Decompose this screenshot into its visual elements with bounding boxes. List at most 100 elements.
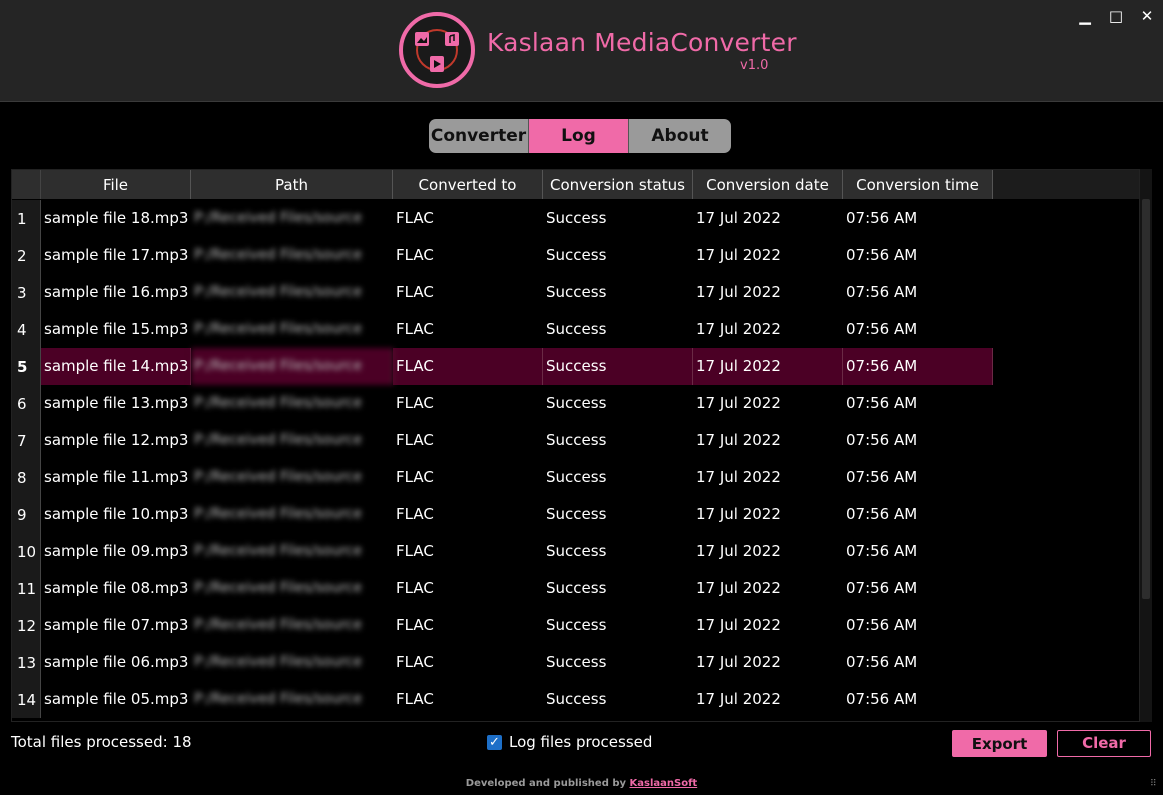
cell-date[interactable]: 17 Jul 2022 — [693, 385, 843, 422]
close-button[interactable]: ✕ — [1136, 6, 1158, 26]
clear-button[interactable]: Clear — [1057, 730, 1151, 757]
table-row[interactable]: 8 sample file 11.mp3 P:/Received Files/sou… — [12, 459, 1139, 496]
cell-converted-to[interactable]: FLAC — [393, 533, 543, 570]
cell-converted-to[interactable]: FLAC — [393, 459, 543, 496]
resize-grip-icon[interactable]: ⠿ — [1150, 780, 1160, 792]
cell-time[interactable]: 07:56 AM — [843, 533, 993, 570]
cell-path[interactable]: P:/Received Files/source — [191, 644, 393, 681]
row-header[interactable]: 14 — [12, 681, 41, 718]
cell-status[interactable]: Success — [543, 533, 693, 570]
row-header[interactable]: 7 — [12, 422, 41, 459]
table-row[interactable]: 1 sample file 18.mp3 P:/Received Files/sou… — [12, 200, 1139, 237]
minimize-button[interactable]: ▁ — [1074, 6, 1096, 26]
cell-path[interactable]: P:/Received Files/source — [191, 311, 393, 348]
cell-converted-to[interactable]: FLAC — [393, 274, 543, 311]
cell-date[interactable]: 17 Jul 2022 — [693, 681, 843, 718]
table-row[interactable]: 12 sample file 07.mp3 P:/Received Files/so… — [12, 607, 1139, 644]
cell-time[interactable]: 07:56 AM — [843, 200, 993, 237]
scrollbar-thumb[interactable] — [1142, 199, 1150, 599]
row-header[interactable]: 10 — [12, 533, 41, 570]
row-header[interactable]: 5 — [12, 348, 41, 385]
table-row[interactable]: 3 sample file 16.mp3 P:/Received Files/sou… — [12, 274, 1139, 311]
row-header[interactable]: 3 — [12, 274, 41, 311]
table-row[interactable]: 11 sample file 08.mp3 P:/Received Files/so… — [12, 570, 1139, 607]
cell-path[interactable]: P:/Received Files/source — [191, 422, 393, 459]
cell-path[interactable]: P:/Received Files/source — [191, 200, 393, 237]
cell-date[interactable]: 17 Jul 2022 — [693, 533, 843, 570]
cell-converted-to[interactable]: FLAC — [393, 644, 543, 681]
maximize-button[interactable]: □ — [1105, 6, 1127, 26]
cell-converted-to[interactable]: FLAC — [393, 570, 543, 607]
cell-file[interactable]: sample file 11.mp3 — [41, 459, 191, 496]
cell-path[interactable]: P:/Received Files/source — [191, 570, 393, 607]
row-header[interactable]: 2 — [12, 237, 41, 274]
column-header-path[interactable]: Path — [191, 170, 393, 199]
cell-status[interactable]: Success — [543, 385, 693, 422]
cell-converted-to[interactable]: FLAC — [393, 385, 543, 422]
cell-converted-to[interactable]: FLAC — [393, 681, 543, 718]
log-files-checkbox[interactable]: ✓ — [487, 735, 502, 750]
cell-file[interactable]: sample file 14.mp3 — [41, 348, 191, 385]
cell-file[interactable]: sample file 17.mp3 — [41, 237, 191, 274]
cell-file[interactable]: sample file 12.mp3 — [41, 422, 191, 459]
cell-date[interactable]: 17 Jul 2022 — [693, 237, 843, 274]
cell-date[interactable]: 17 Jul 2022 — [693, 274, 843, 311]
cell-path[interactable]: P:/Received Files/source — [191, 496, 393, 533]
cell-file[interactable]: sample file 15.mp3 — [41, 311, 191, 348]
cell-time[interactable]: 07:56 AM — [843, 274, 993, 311]
row-header[interactable]: 1 — [12, 200, 41, 237]
cell-date[interactable]: 17 Jul 2022 — [693, 570, 843, 607]
cell-file[interactable]: sample file 09.mp3 — [41, 533, 191, 570]
cell-date[interactable]: 17 Jul 2022 — [693, 422, 843, 459]
table-row[interactable]: 10 sample file 09.mp3 P:/Received Files/so… — [12, 533, 1139, 570]
cell-converted-to[interactable]: FLAC — [393, 348, 543, 385]
cell-time[interactable]: 07:56 AM — [843, 237, 993, 274]
table-row[interactable]: 2 sample file 17.mp3 P:/Received Files/sou… — [12, 237, 1139, 274]
cell-date[interactable]: 17 Jul 2022 — [693, 496, 843, 533]
table-row[interactable]: 4 sample file 15.mp3 P:/Received Files/sou… — [12, 311, 1139, 348]
kaslaansoft-link[interactable]: KaslaanSoft — [630, 778, 698, 789]
table-row[interactable]: 14 sample file 05.mp3 P:/Received Files/so… — [12, 681, 1139, 718]
row-header[interactable]: 11 — [12, 570, 41, 607]
cell-file[interactable]: sample file 07.mp3 — [41, 607, 191, 644]
cell-file[interactable]: sample file 13.mp3 — [41, 385, 191, 422]
cell-date[interactable]: 17 Jul 2022 — [693, 311, 843, 348]
cell-converted-to[interactable]: FLAC — [393, 607, 543, 644]
cell-converted-to[interactable]: FLAC — [393, 422, 543, 459]
cell-time[interactable]: 07:56 AM — [843, 348, 993, 385]
cell-date[interactable]: 17 Jul 2022 — [693, 459, 843, 496]
cell-date[interactable]: 17 Jul 2022 — [693, 607, 843, 644]
tab-converter[interactable]: Converter — [429, 119, 529, 153]
cell-path[interactable]: P:/Received Files/source — [191, 533, 393, 570]
export-button[interactable]: Export — [952, 730, 1047, 757]
vertical-scrollbar[interactable] — [1140, 169, 1152, 722]
tab-log[interactable]: Log — [529, 119, 629, 153]
cell-converted-to[interactable]: FLAC — [393, 237, 543, 274]
cell-converted-to[interactable]: FLAC — [393, 496, 543, 533]
cell-status[interactable]: Success — [543, 644, 693, 681]
cell-path[interactable]: P:/Received Files/source — [191, 459, 393, 496]
cell-path[interactable]: P:/Received Files/source — [191, 385, 393, 422]
cell-path[interactable]: P:/Received Files/source — [191, 274, 393, 311]
cell-file[interactable]: sample file 18.mp3 — [41, 200, 191, 237]
cell-status[interactable]: Success — [543, 274, 693, 311]
cell-time[interactable]: 07:56 AM — [843, 570, 993, 607]
row-header[interactable]: 8 — [12, 459, 41, 496]
cell-path[interactable]: P:/Received Files/source — [191, 607, 393, 644]
cell-path[interactable]: P:/Received Files/source — [191, 681, 393, 718]
header-corner[interactable] — [12, 170, 41, 199]
column-header-file[interactable]: File — [41, 170, 191, 199]
tab-about[interactable]: About — [629, 119, 731, 153]
table-row[interactable]: 7 sample file 12.mp3 P:/Received Files/sou… — [12, 422, 1139, 459]
table-row[interactable]: 9 sample file 10.mp3 P:/Received Files/sou… — [12, 496, 1139, 533]
cell-status[interactable]: Success — [543, 496, 693, 533]
cell-file[interactable]: sample file 05.mp3 — [41, 681, 191, 718]
cell-time[interactable]: 07:56 AM — [843, 422, 993, 459]
row-header[interactable]: 9 — [12, 496, 41, 533]
cell-file[interactable]: sample file 06.mp3 — [41, 644, 191, 681]
cell-status[interactable]: Success — [543, 422, 693, 459]
cell-status[interactable]: Success — [543, 570, 693, 607]
cell-status[interactable]: Success — [543, 348, 693, 385]
row-header[interactable]: 4 — [12, 311, 41, 348]
cell-file[interactable]: sample file 08.mp3 — [41, 570, 191, 607]
